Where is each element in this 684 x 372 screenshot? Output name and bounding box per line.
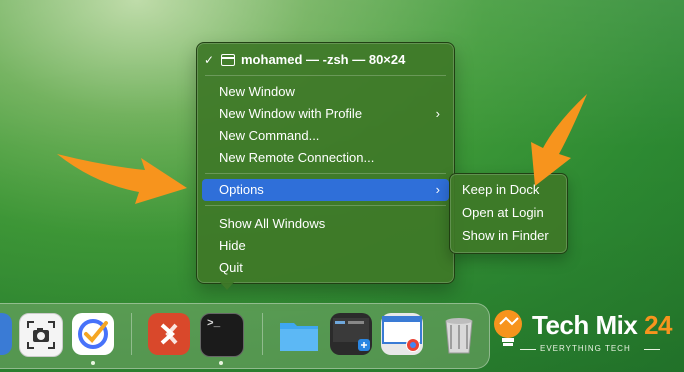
downloads-folder-icon[interactable]: [278, 313, 320, 355]
menu-item-show-all-windows[interactable]: Show All Windows: [197, 213, 454, 235]
submenu-item-open-at-login[interactable]: Open at Login: [462, 202, 544, 224]
menu-item-label: Options: [219, 182, 264, 197]
lightbulb-logo-icon: [494, 310, 522, 346]
menu-divider: [205, 205, 446, 206]
right-pointer-arrow-icon: [531, 94, 587, 186]
dock-divider: [262, 313, 263, 355]
watermark-number: 24: [644, 310, 672, 340]
screenshot-app-icon[interactable]: [19, 313, 63, 357]
tagline-rule: [520, 349, 536, 350]
watermark-tagline: EVERYTHING TECH: [540, 344, 631, 353]
ticktick-app-icon[interactable]: [72, 313, 114, 355]
trash-icon[interactable]: [438, 313, 480, 355]
recent-windows-stack-icon[interactable]: [330, 313, 372, 355]
menu-pointer: [219, 281, 235, 290]
partial-app-icon[interactable]: [0, 313, 12, 355]
menu-item-new-remote-connection[interactable]: New Remote Connection...: [197, 147, 454, 169]
chevron-right-icon: ›: [435, 106, 440, 121]
menu-item-new-window[interactable]: New Window: [197, 81, 454, 103]
menu-item-options[interactable]: Options ›: [202, 179, 449, 201]
checkmark-icon: ✓: [204, 53, 215, 67]
watermark-brand: Tech Mix 24: [532, 310, 672, 341]
menu-divider: [205, 75, 446, 76]
menu-item-label: New Command...: [219, 128, 320, 143]
tagline-rule: [644, 349, 660, 350]
menu-item-new-command[interactable]: New Command...: [197, 125, 454, 147]
window-title-label: mohamed — -zsh — 80×24: [241, 52, 406, 67]
menu-item-label: Show All Windows: [219, 216, 326, 231]
submenu-item-show-in-finder[interactable]: Show in Finder: [462, 225, 549, 247]
remote-desktop-app-icon[interactable]: [148, 313, 190, 355]
menu-item-new-window-with-profile[interactable]: New Window with Profile ›: [197, 103, 454, 125]
menu-item-label: New Window: [219, 84, 295, 99]
watermark-brand-text: Tech Mix: [532, 310, 638, 340]
window-preview-icon[interactable]: [381, 313, 423, 355]
window-icon: [221, 54, 235, 66]
menu-item-quit[interactable]: Quit: [197, 257, 454, 279]
chevron-right-icon: ›: [435, 182, 440, 197]
menu-item-label: Hide: [219, 238, 246, 253]
dock-divider: [131, 313, 132, 355]
left-pointer-arrow-icon: [57, 154, 187, 204]
menu-divider: [205, 173, 446, 174]
dock-context-menu: ✓ mohamed — -zsh — 80×24 New Window New …: [196, 42, 455, 284]
window-list-item[interactable]: ✓ mohamed — -zsh — 80×24: [197, 49, 454, 71]
menu-item-label: New Remote Connection...: [219, 150, 375, 165]
menu-item-label: New Window with Profile: [219, 106, 363, 121]
terminal-app-icon[interactable]: >_: [200, 313, 244, 357]
watermark-logo: Tech Mix 24 EVERYTHING TECH: [490, 300, 680, 362]
terminal-prompt-label: >_: [207, 318, 221, 330]
menu-item-hide[interactable]: Hide: [197, 235, 454, 257]
running-indicator: [91, 361, 95, 365]
running-indicator: [219, 361, 223, 365]
menu-item-label: Quit: [219, 260, 243, 275]
